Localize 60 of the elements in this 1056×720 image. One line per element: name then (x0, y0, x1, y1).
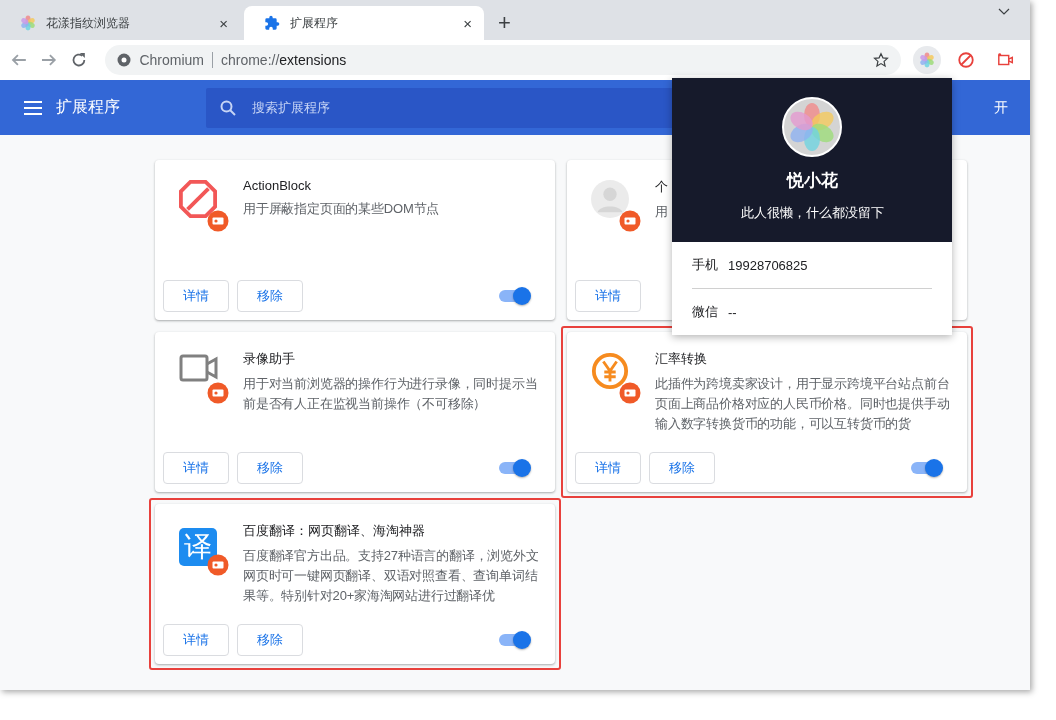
new-tab-button[interactable]: + (498, 12, 511, 34)
star-icon[interactable] (872, 52, 889, 68)
stop-sign-icon (179, 180, 217, 218)
record-badge-icon (619, 382, 641, 404)
field-label: 手机 (692, 256, 718, 274)
field-label: 微信 (692, 303, 718, 321)
record-badge-icon (207, 382, 229, 404)
enable-toggle[interactable] (497, 631, 531, 649)
details-button[interactable]: 详情 (163, 280, 229, 312)
block-icon (957, 51, 976, 69)
details-button[interactable]: 详情 (575, 452, 641, 484)
search-field[interactable]: 搜索扩展程序 (250, 99, 554, 116)
extension-name: 百度翻译：网页翻译、海淘神器 (243, 522, 425, 540)
extension-description: 百度翻译官方出品。支持27种语言的翻译，浏览外文网页时可一键网页翻译、双语对照查看、查询单词结果等。特别针对20+家海淘网站进行过翻译优 (243, 547, 540, 605)
record-badge-icon (619, 210, 641, 232)
remove-button[interactable]: 移除 (237, 280, 303, 312)
page-title: 扩展程序 (56, 97, 121, 117)
details-button[interactable]: 详情 (163, 452, 229, 484)
close-icon[interactable]: × (219, 15, 228, 31)
yen-coin-icon (591, 352, 629, 390)
flower-icon (918, 52, 935, 68)
extension-name: 个 (655, 178, 668, 196)
header-label: 开 (994, 98, 1008, 117)
remove-button[interactable]: 移除 (237, 624, 303, 656)
translate-icon: 译 (179, 528, 217, 566)
puzzle-icon (264, 15, 280, 31)
menu-icon[interactable] (24, 100, 42, 115)
extension-description: 用 (655, 203, 668, 221)
extension-name: 录像助手 (243, 350, 295, 368)
video-camera-icon (179, 352, 219, 384)
extension-description: 用于屏蔽指定页面的某些DOM节点 (243, 200, 440, 218)
avatar-icon (782, 97, 842, 157)
flower-icon (20, 15, 36, 31)
extension-description: 此插件为跨境卖家设计，用于显示跨境平台站点前台页面上商品价格对应的人民币价格。同时也提供手动输入数字转换货币的功能，可以互转货币的货 (655, 375, 951, 433)
field-value: 19928706825 (728, 257, 808, 273)
chromium-icon (117, 53, 132, 67)
enable-toggle[interactable] (497, 459, 531, 477)
enable-toggle[interactable] (909, 459, 943, 477)
chevron-down-icon[interactable] (998, 8, 1010, 16)
browser-tab[interactable]: 扩展程序 × (244, 6, 484, 40)
enable-toggle[interactable] (497, 287, 531, 305)
tab-title: 扩展程序 (290, 14, 339, 32)
record-badge-icon (207, 210, 229, 232)
details-button[interactable]: 详情 (575, 280, 641, 312)
remove-button[interactable]: 移除 (237, 452, 303, 484)
close-icon[interactable]: × (463, 15, 472, 31)
remove-button[interactable]: 移除 (649, 452, 715, 484)
extension-name: ActionBlock (243, 178, 311, 193)
profile-motto: 此人很懒，什么都没留下 (740, 204, 884, 222)
extension-description: 用于对当前浏览器的操作行为进行录像，同时提示当前是否有人正在监视当前操作（不可移除） (243, 375, 539, 413)
browser-tab[interactable]: 花漾指纹浏览器 × (0, 6, 240, 40)
address-bar[interactable]: Chromium chrome://extensions (105, 45, 901, 75)
forward-icon[interactable] (39, 51, 58, 69)
extension-name: 汇率转换 (655, 350, 707, 368)
search-icon (220, 99, 236, 116)
avatar-icon (591, 180, 629, 218)
profile-name: 悦小花 (786, 170, 838, 192)
tab-title: 花漾指纹浏览器 (46, 14, 131, 32)
details-button[interactable]: 详情 (163, 624, 229, 656)
field-value: -- (728, 304, 737, 320)
